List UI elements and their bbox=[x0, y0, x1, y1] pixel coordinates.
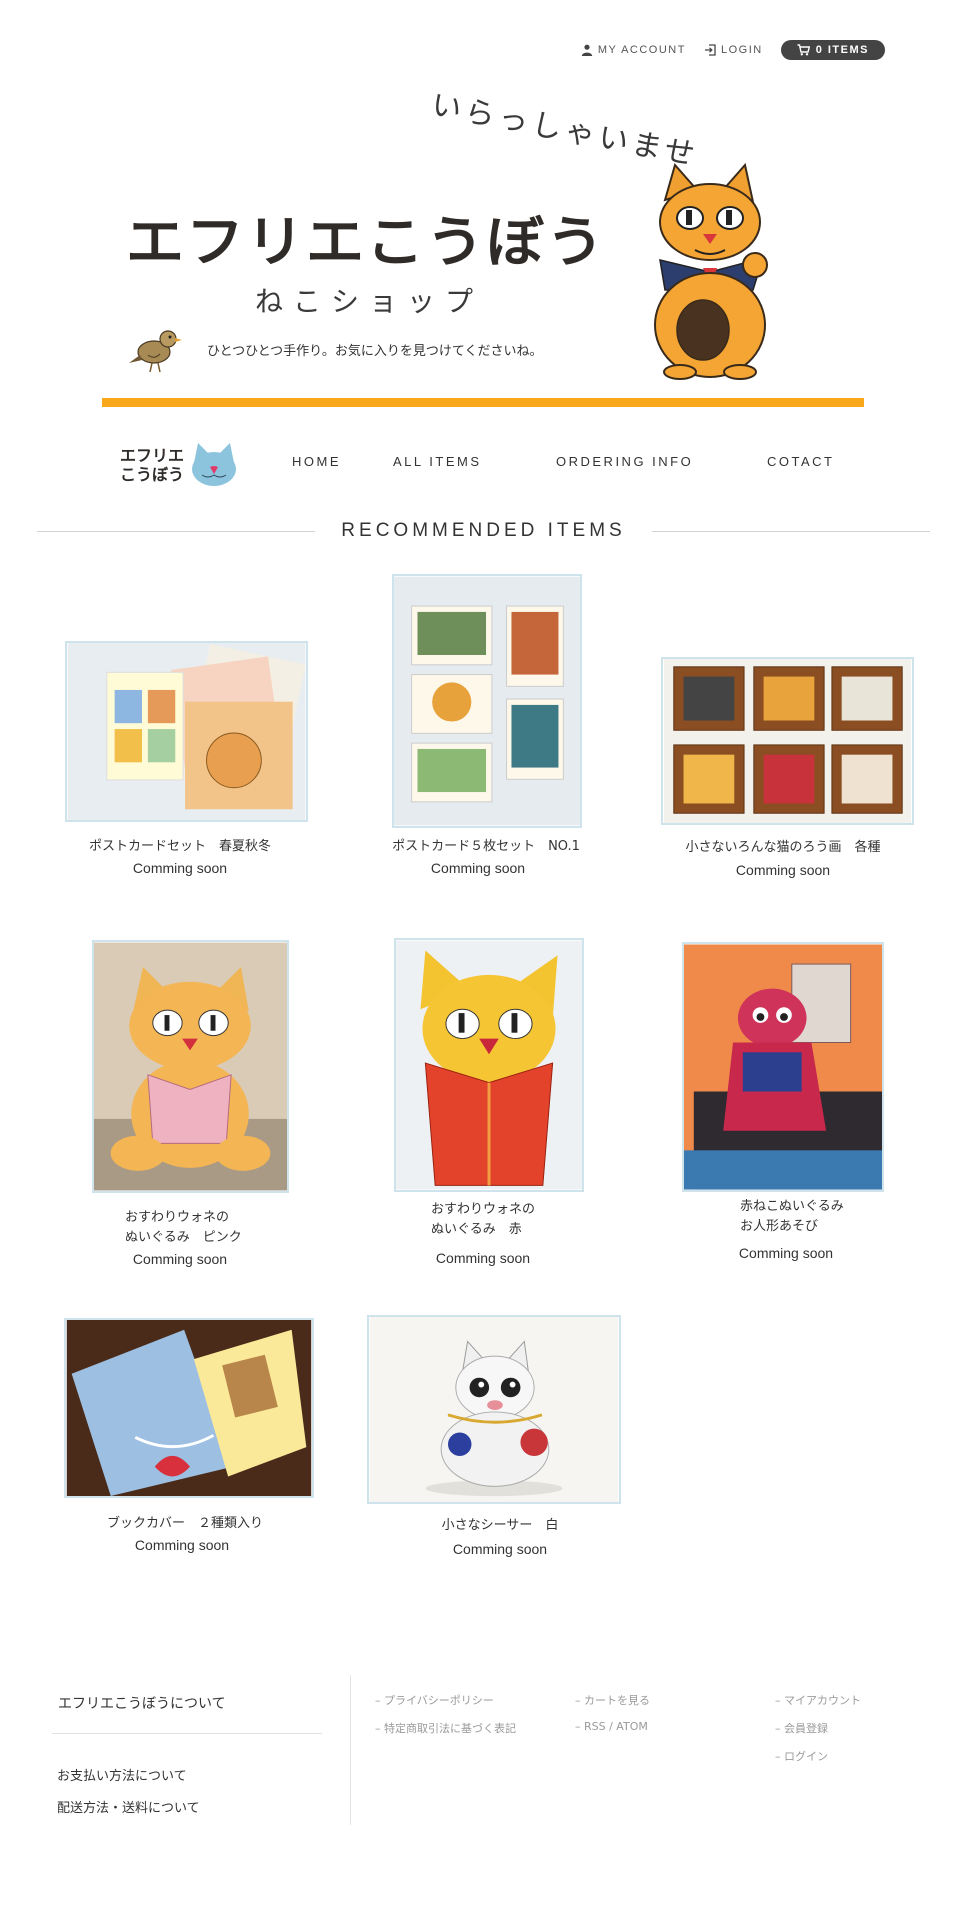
nav-home[interactable]: HOME bbox=[292, 454, 341, 469]
product-image[interactable] bbox=[92, 940, 289, 1193]
footer-vertical-divider bbox=[350, 1675, 351, 1825]
product-name: ポストカードセット 春夏秋冬 bbox=[88, 839, 271, 854]
footer-view-cart-link[interactable]: – カートを見る bbox=[575, 1692, 650, 1708]
product-name: 赤ねこぬいぐるみ お人形あそび bbox=[740, 1199, 844, 1234]
product-name: ポストカード５枚セット NO.1 bbox=[392, 839, 580, 854]
product-image[interactable] bbox=[64, 1318, 314, 1498]
main-nav: エフリエ こうぼう HOME ALL ITEMS ORDERING INFO C… bbox=[120, 440, 850, 490]
footer-divider bbox=[52, 1733, 322, 1734]
footer-rss-link[interactable]: – RSS / ATOM bbox=[575, 1720, 648, 1733]
postcard-five-set-image bbox=[394, 576, 580, 826]
footer-privacy-label: プライバシーポリシー bbox=[384, 1694, 494, 1707]
product-image[interactable] bbox=[65, 641, 308, 822]
blue-cat-logo-icon bbox=[192, 443, 237, 486]
cat-wax-paintings-image bbox=[664, 659, 911, 823]
footer: エフリエこうぼうについて お支払い方法について 配送方法・送料について – プラ… bbox=[50, 1675, 910, 1835]
product-status: Comming soon bbox=[132, 860, 228, 876]
product-name: ブックカバー ２種類入り bbox=[106, 1516, 263, 1531]
product-name: おすわりウォネの ぬいぐるみ ピンク bbox=[125, 1210, 242, 1245]
product-name: 小さないろんな猫のろう画 各種 bbox=[685, 840, 881, 855]
product-status: Comming soon bbox=[452, 1541, 548, 1557]
cart-button[interactable]: 0 ITEMS bbox=[780, 40, 885, 60]
nav-logo-text: エフリエ こうぼう bbox=[120, 446, 184, 484]
product-image[interactable] bbox=[394, 938, 584, 1192]
bird-illustration bbox=[129, 330, 182, 373]
product-status: Comming soon bbox=[738, 1245, 834, 1261]
footer-about-heading[interactable]: エフリエこうぼうについて bbox=[58, 1693, 226, 1713]
footer-payment-link[interactable]: お支払い方法について bbox=[57, 1765, 187, 1784]
footer-commerce-law-label: 特定商取引法に基づく表記 bbox=[384, 1722, 516, 1735]
cart-icon bbox=[797, 44, 810, 56]
nav-ordering-info[interactable]: ORDERING INFO bbox=[556, 454, 693, 469]
pink-plush-cat-image bbox=[94, 942, 287, 1191]
footer-shipping-link[interactable]: 配送方法・送料について bbox=[57, 1797, 200, 1816]
footer-my-account-label: マイアカウント bbox=[784, 1694, 861, 1707]
white-shisa-image bbox=[369, 1317, 619, 1502]
shop-subtitle: ねこショップ bbox=[255, 285, 484, 318]
recommended-heading-label: RECOMMENDED ITEMS bbox=[341, 520, 626, 541]
book-cover-image bbox=[66, 1320, 312, 1496]
product-status: Comming soon bbox=[735, 862, 831, 878]
heading-line-left bbox=[37, 530, 316, 532]
red-cat-doll-image bbox=[684, 944, 882, 1190]
postcard-set-image bbox=[67, 643, 306, 820]
product-status: Comming soon bbox=[134, 1537, 230, 1553]
product-image[interactable] bbox=[367, 1315, 621, 1504]
user-icon bbox=[581, 44, 593, 56]
product-name: おすわりウォネの ぬいぐるみ 赤 bbox=[431, 1202, 536, 1237]
product-status: Comming soon bbox=[132, 1251, 228, 1267]
top-bar: MY ACCOUNT LOGIN 0 ITEMS bbox=[581, 40, 885, 60]
product-status: Comming soon bbox=[430, 860, 526, 876]
nav-all-items[interactable]: ALL ITEMS bbox=[393, 454, 481, 469]
footer-rss-label: RSS / ATOM bbox=[584, 1720, 648, 1733]
nav-logo[interactable]: エフリエ こうぼう bbox=[120, 440, 250, 490]
cart-count: 0 ITEMS bbox=[815, 44, 869, 56]
nav-logo-line2: こうぼう bbox=[120, 465, 185, 484]
my-account-label: MY ACCOUNT bbox=[597, 44, 686, 56]
product-image[interactable] bbox=[392, 574, 582, 828]
login-label: LOGIN bbox=[720, 44, 763, 56]
product-image[interactable] bbox=[682, 942, 884, 1192]
header-banner: いらっしゃいませ エフリエこうぼう ねこショップ ひとつひとつ手作り。お気に入り… bbox=[100, 87, 880, 400]
maneki-cat-illustration bbox=[654, 162, 768, 380]
nav-contact[interactable]: COTACT bbox=[767, 454, 834, 469]
tagline: ひとつひとつ手作り。お気に入りを見つけてくださいね。 bbox=[207, 344, 543, 359]
heading-line-right bbox=[651, 530, 930, 532]
footer-register-label: 会員登録 bbox=[784, 1722, 828, 1735]
product-status: Comming soon bbox=[435, 1250, 531, 1266]
footer-view-cart-label: カートを見る bbox=[584, 1694, 650, 1707]
login-link[interactable]: LOGIN bbox=[704, 44, 763, 56]
footer-register-link[interactable]: – 会員登録 bbox=[775, 1720, 828, 1736]
nav-logo-line1: エフリエ bbox=[120, 446, 185, 465]
footer-my-account-link[interactable]: – マイアカウント bbox=[775, 1692, 861, 1708]
brand-title: エフリエこうぼう bbox=[126, 209, 607, 275]
footer-login-label: ログイン bbox=[784, 1750, 828, 1763]
product-image[interactable] bbox=[661, 657, 914, 825]
product-name: 小さなシーサー 白 bbox=[441, 1518, 559, 1533]
footer-privacy-link[interactable]: – プライバシーポリシー bbox=[375, 1692, 494, 1708]
accent-divider bbox=[102, 398, 864, 407]
red-plush-cat-image bbox=[396, 940, 582, 1190]
footer-login-link[interactable]: – ログイン bbox=[775, 1748, 828, 1764]
footer-commerce-law-link[interactable]: – 特定商取引法に基づく表記 bbox=[375, 1720, 516, 1736]
login-icon bbox=[704, 44, 716, 56]
my-account-link[interactable]: MY ACCOUNT bbox=[581, 44, 686, 56]
recommended-heading: RECOMMENDED ITEMS bbox=[37, 520, 930, 542]
